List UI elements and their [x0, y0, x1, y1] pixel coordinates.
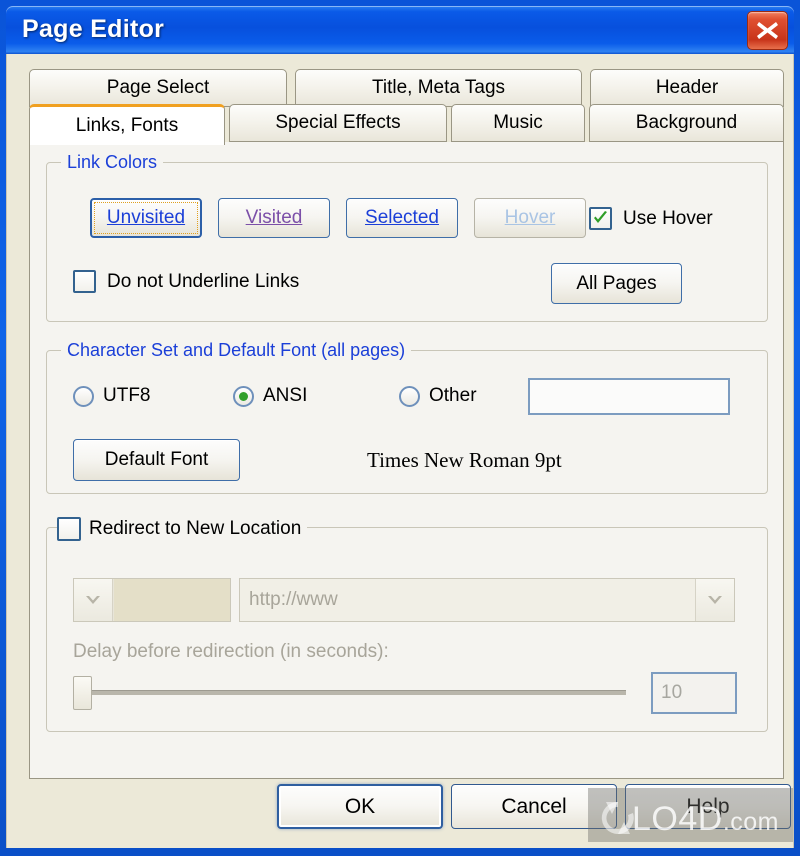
redirect-enable-checkbox[interactable] — [57, 517, 81, 541]
all-pages-button[interactable]: All Pages — [551, 263, 682, 304]
checkmark-icon — [594, 211, 607, 223]
radio-label: UTF8 — [103, 385, 151, 406]
checkbox-box — [73, 270, 96, 293]
radio-selected-dot — [239, 391, 248, 401]
visited-link-color-button[interactable]: Visited — [218, 198, 330, 238]
redirect-legend-label: Redirect to New Location — [89, 518, 302, 539]
tab-label: Background — [635, 112, 738, 133]
delay-slider-thumb[interactable] — [73, 676, 92, 710]
tab-special-effects[interactable]: Special Effects — [229, 104, 447, 142]
page-editor-window: Page Editor Page Select Title, Meta Tags… — [0, 0, 800, 856]
do-not-underline-links-checkbox[interactable]: Do not Underline Links — [73, 270, 299, 293]
cancel-label: Cancel — [501, 794, 567, 818]
radio-label: ANSI — [263, 385, 308, 406]
chevron-down-icon — [74, 579, 113, 621]
protocol-color-swatch — [113, 579, 230, 621]
radio-utf8[interactable]: UTF8 — [73, 385, 151, 407]
tab-label: Title, Meta Tags — [371, 77, 506, 98]
all-pages-label: All Pages — [576, 272, 657, 294]
radio-circle — [73, 385, 94, 407]
default-font-button[interactable]: Default Font — [73, 439, 240, 481]
redirect-group: Redirect to New Location http://www Dela… — [46, 517, 768, 732]
radio-circle — [233, 385, 254, 407]
hover-label: Hover — [504, 207, 556, 228]
tab-label: Music — [493, 112, 543, 133]
use-hover-label: Use Hover — [623, 207, 713, 229]
close-icon — [757, 22, 778, 39]
tab-header[interactable]: Header — [590, 69, 784, 107]
other-charset-input[interactable] — [528, 378, 730, 415]
delay-value-input[interactable]: 10 — [651, 672, 737, 714]
redirect-url-value: http://www — [249, 589, 338, 610]
tab-row-lower: Links, Fonts Special Effects Music Backg… — [29, 104, 784, 145]
tab-title-meta-tags[interactable]: Title, Meta Tags — [295, 69, 582, 107]
dialog-client-area: Page Select Title, Meta Tags Header Link… — [6, 54, 794, 848]
chevron-down-icon — [695, 579, 734, 621]
radio-label: Other — [429, 385, 477, 406]
charset-font-group: Character Set and Default Font (all page… — [46, 340, 768, 494]
cancel-button[interactable]: Cancel — [451, 784, 617, 829]
charset-font-legend: Character Set and Default Font (all page… — [61, 340, 412, 361]
redirect-url-combo: http://www — [239, 578, 735, 622]
tab-label: Page Select — [106, 77, 210, 98]
tab-page-select[interactable]: Page Select — [29, 69, 287, 107]
help-label: Help — [686, 794, 730, 818]
selected-label: Selected — [365, 207, 439, 228]
use-hover-checkbox[interactable]: Use Hover — [589, 207, 713, 230]
tab-background[interactable]: Background — [589, 104, 784, 142]
ok-button[interactable]: OK — [277, 784, 443, 829]
default-font-label: Default Font — [104, 449, 209, 470]
current-font-text: Times New Roman 9pt — [367, 448, 562, 472]
redirect-legend-area: Redirect to New Location — [57, 517, 308, 541]
do-not-underline-label: Do not Underline Links — [107, 270, 300, 292]
selected-link-color-button[interactable]: Selected — [346, 198, 458, 238]
tab-control: Page Select Title, Meta Tags Header Link… — [29, 69, 784, 779]
link-colors-group: Link Colors Unvisited Visited Selected H… — [46, 152, 768, 322]
tab-row-upper: Page Select Title, Meta Tags Header — [29, 69, 784, 109]
link-colors-legend: Link Colors — [61, 152, 164, 173]
ok-label: OK — [344, 794, 376, 818]
window-title: Page Editor — [22, 15, 165, 43]
radio-circle — [399, 385, 420, 407]
radio-ansi[interactable]: ANSI — [233, 385, 307, 407]
tab-music[interactable]: Music — [451, 104, 585, 142]
close-button[interactable] — [747, 11, 788, 50]
tab-panel-links-fonts: Link Colors Unvisited Visited Selected H… — [29, 142, 784, 779]
delay-slider-track[interactable] — [77, 690, 626, 695]
tab-label: Header — [655, 77, 719, 98]
radio-other[interactable]: Other — [399, 385, 477, 407]
unvisited-link-color-button[interactable]: Unvisited — [90, 198, 202, 238]
help-button[interactable]: Help — [625, 784, 791, 829]
delay-label: Delay before redirection (in seconds): — [73, 641, 389, 662]
visited-label: Visited — [245, 207, 303, 228]
tab-label: Links, Fonts — [75, 115, 179, 136]
hover-link-color-button: Hover — [474, 198, 586, 238]
redirect-protocol-combo — [73, 578, 231, 622]
checkbox-box — [589, 207, 612, 230]
title-bar: Page Editor — [6, 6, 794, 54]
tab-links-fonts[interactable]: Links, Fonts — [29, 104, 225, 145]
tab-label: Special Effects — [275, 112, 401, 133]
unvisited-label: Unvisited — [106, 207, 186, 228]
